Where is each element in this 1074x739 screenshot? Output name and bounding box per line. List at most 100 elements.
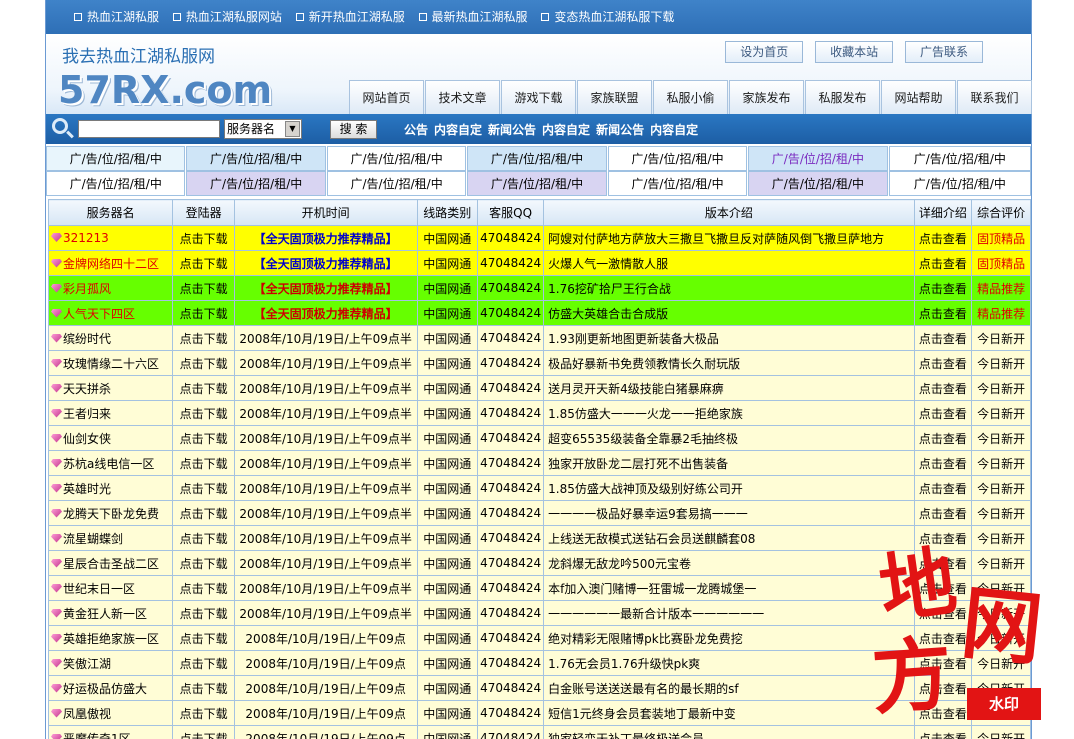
ad-slot[interactable]: 广/告/位/招/租/中 — [748, 146, 888, 171]
top-link[interactable]: 变态热血江湖私服下载 — [541, 8, 674, 25]
launcher-download-link[interactable]: 点击下载 — [172, 700, 235, 726]
top-link[interactable]: 最新热血江湖私服 — [418, 8, 528, 25]
nav-tab-home[interactable]: 网站首页 — [349, 80, 424, 114]
launcher-download-link[interactable]: 点击下载 — [172, 250, 235, 276]
launcher-download-link[interactable]: 点击下载 — [172, 550, 235, 576]
ad-slot[interactable]: 广/告/位/招/租/中 — [748, 171, 888, 196]
launcher-download-link[interactable]: 点击下载 — [172, 225, 235, 251]
notice-item[interactable]: 内容自定 — [434, 123, 482, 137]
ad-slot[interactable]: 广/告/位/招/租/中 — [467, 146, 607, 171]
set-homepage-button[interactable]: 设为首页 — [725, 41, 804, 63]
detail-link[interactable]: 点击查看 — [913, 475, 973, 501]
launcher-download-link[interactable]: 点击下载 — [172, 475, 235, 501]
server-name-link[interactable]: 世纪末日一区 — [63, 582, 135, 596]
launcher-download-link[interactable]: 点击下载 — [172, 650, 235, 676]
server-name-link[interactable]: 黄金狂人新一区 — [63, 607, 147, 621]
server-name-link[interactable]: 笑傲江湖 — [63, 657, 111, 671]
bookmark-button[interactable]: 收藏本站 — [815, 41, 894, 63]
server-name-link[interactable]: 星辰合击圣战二区 — [63, 557, 159, 571]
detail-link[interactable]: 点击查看 — [913, 425, 973, 451]
launcher-download-link[interactable]: 点击下载 — [172, 525, 235, 551]
launcher-download-link[interactable]: 点击下载 — [172, 375, 235, 401]
ad-slot[interactable]: 广/告/位/招/租/中 — [186, 146, 326, 171]
nav-tab-server-thief[interactable]: 私服小偷 — [653, 80, 728, 114]
launcher-download-link[interactable]: 点击下载 — [172, 300, 235, 326]
ad-slot[interactable]: 广/告/位/招/租/中 — [607, 146, 748, 171]
server-name-link[interactable]: 玫瑰情缘二十六区 — [63, 357, 159, 371]
launcher-download-link[interactable]: 点击下载 — [172, 400, 235, 426]
ad-slot[interactable]: 广/告/位/招/租/中 — [326, 171, 467, 196]
launcher-download-link[interactable]: 点击下载 — [172, 725, 235, 739]
ad-slot[interactable]: 广/告/位/招/租/中 — [467, 171, 607, 196]
launcher-download-link[interactable]: 点击下载 — [172, 425, 235, 451]
detail-link[interactable]: 点击查看 — [913, 375, 973, 401]
ad-slot[interactable]: 广/告/位/招/租/中 — [46, 171, 186, 196]
detail-link[interactable]: 点击查看 — [913, 575, 973, 601]
server-name-link[interactable]: 龙腾天下卧龙免费 — [63, 507, 159, 521]
detail-link[interactable]: 点击查看 — [913, 625, 973, 651]
notice-item[interactable]: 公告 — [404, 123, 428, 137]
nav-tab-family-alliance[interactable]: 家族联盟 — [577, 80, 652, 114]
detail-link[interactable]: 点击查看 — [913, 225, 973, 251]
detail-link[interactable]: 点击查看 — [913, 550, 973, 576]
nav-tab-family-publish[interactable]: 家族发布 — [729, 80, 804, 114]
detail-link[interactable]: 点击查看 — [913, 275, 973, 301]
server-name-link[interactable]: 恶魔传奇1区 — [63, 732, 131, 739]
launcher-download-link[interactable]: 点击下载 — [172, 625, 235, 651]
server-name-link[interactable]: 英雄拒绝家族一区 — [63, 632, 159, 646]
nav-tab-contact[interactable]: 联系我们 — [957, 80, 1032, 114]
nav-tab-downloads[interactable]: 游戏下载 — [501, 80, 576, 114]
nav-tab-server-publish[interactable]: 私服发布 — [805, 80, 880, 114]
dropdown-arrow-icon[interactable]: ▼ — [285, 121, 300, 137]
ad-slot[interactable]: 广/告/位/招/租/中 — [326, 146, 467, 171]
ad-slot[interactable]: 广/告/位/招/租/中 — [888, 171, 1032, 196]
server-name-link[interactable]: 好运极品仿盛大 — [63, 682, 147, 696]
server-name-link[interactable]: 321213 — [63, 231, 109, 245]
launcher-download-link[interactable]: 点击下载 — [172, 325, 235, 351]
detail-link[interactable]: 点击查看 — [913, 350, 973, 376]
launcher-download-link[interactable]: 点击下载 — [172, 275, 235, 301]
search-button[interactable]: 搜 索 — [330, 120, 377, 139]
detail-link[interactable]: 点击查看 — [913, 300, 973, 326]
site-logo[interactable]: 57RX.com — [58, 70, 272, 110]
detail-link[interactable]: 点击查看 — [913, 600, 973, 626]
detail-link[interactable]: 点击查看 — [913, 500, 973, 526]
top-link[interactable]: 热血江湖私服 — [74, 8, 159, 25]
top-link[interactable]: 新开热血江湖私服 — [295, 8, 405, 25]
top-link[interactable]: 热血江湖私服网站 — [172, 8, 282, 25]
server-name-link[interactable]: 苏杭a线电信一区 — [63, 457, 154, 471]
server-name-link[interactable]: 流星蝴蝶剑 — [63, 532, 123, 546]
launcher-download-link[interactable]: 点击下载 — [172, 450, 235, 476]
ad-slot[interactable]: 广/告/位/招/租/中 — [46, 146, 186, 171]
detail-link[interactable]: 点击查看 — [913, 525, 973, 551]
server-name-link[interactable]: 金牌网络四十二区 — [63, 257, 159, 271]
detail-link[interactable]: 点击查看 — [913, 700, 973, 726]
launcher-download-link[interactable]: 点击下载 — [172, 675, 235, 701]
detail-link[interactable]: 点击查看 — [913, 450, 973, 476]
detail-link[interactable]: 点击查看 — [913, 400, 973, 426]
detail-link[interactable]: 点击查看 — [913, 650, 973, 676]
server-name-link[interactable]: 人气天下四区 — [63, 307, 135, 321]
launcher-download-link[interactable]: 点击下载 — [172, 350, 235, 376]
server-name-link[interactable]: 彩月孤风 — [63, 282, 111, 296]
launcher-download-link[interactable]: 点击下载 — [172, 575, 235, 601]
nav-tab-help[interactable]: 网站帮助 — [881, 80, 956, 114]
detail-link[interactable]: 点击查看 — [913, 250, 973, 276]
launcher-download-link[interactable]: 点击下载 — [172, 500, 235, 526]
server-name-link[interactable]: 王者归来 — [63, 407, 111, 421]
ad-slot[interactable]: 广/告/位/招/租/中 — [186, 171, 326, 196]
detail-link[interactable]: 点击查看 — [913, 725, 973, 739]
detail-link[interactable]: 点击查看 — [913, 675, 973, 701]
launcher-download-link[interactable]: 点击下载 — [172, 600, 235, 626]
ad-contact-button[interactable]: 广告联系 — [904, 41, 983, 63]
nav-tab-articles[interactable]: 技术文章 — [425, 80, 500, 114]
server-name-link[interactable]: 天天拼杀 — [63, 382, 111, 396]
server-name-link[interactable]: 凤凰傲视 — [63, 707, 111, 721]
ad-slot[interactable]: 广/告/位/招/租/中 — [607, 171, 748, 196]
ad-slot[interactable]: 广/告/位/招/租/中 — [888, 146, 1032, 171]
server-name-link[interactable]: 仙剑女侠 — [63, 432, 111, 446]
server-name-link[interactable]: 英雄时光 — [63, 482, 111, 496]
detail-link[interactable]: 点击查看 — [913, 325, 973, 351]
search-input[interactable] — [78, 120, 220, 138]
search-type-select[interactable]: 服务器名 ▼ — [224, 119, 302, 139]
